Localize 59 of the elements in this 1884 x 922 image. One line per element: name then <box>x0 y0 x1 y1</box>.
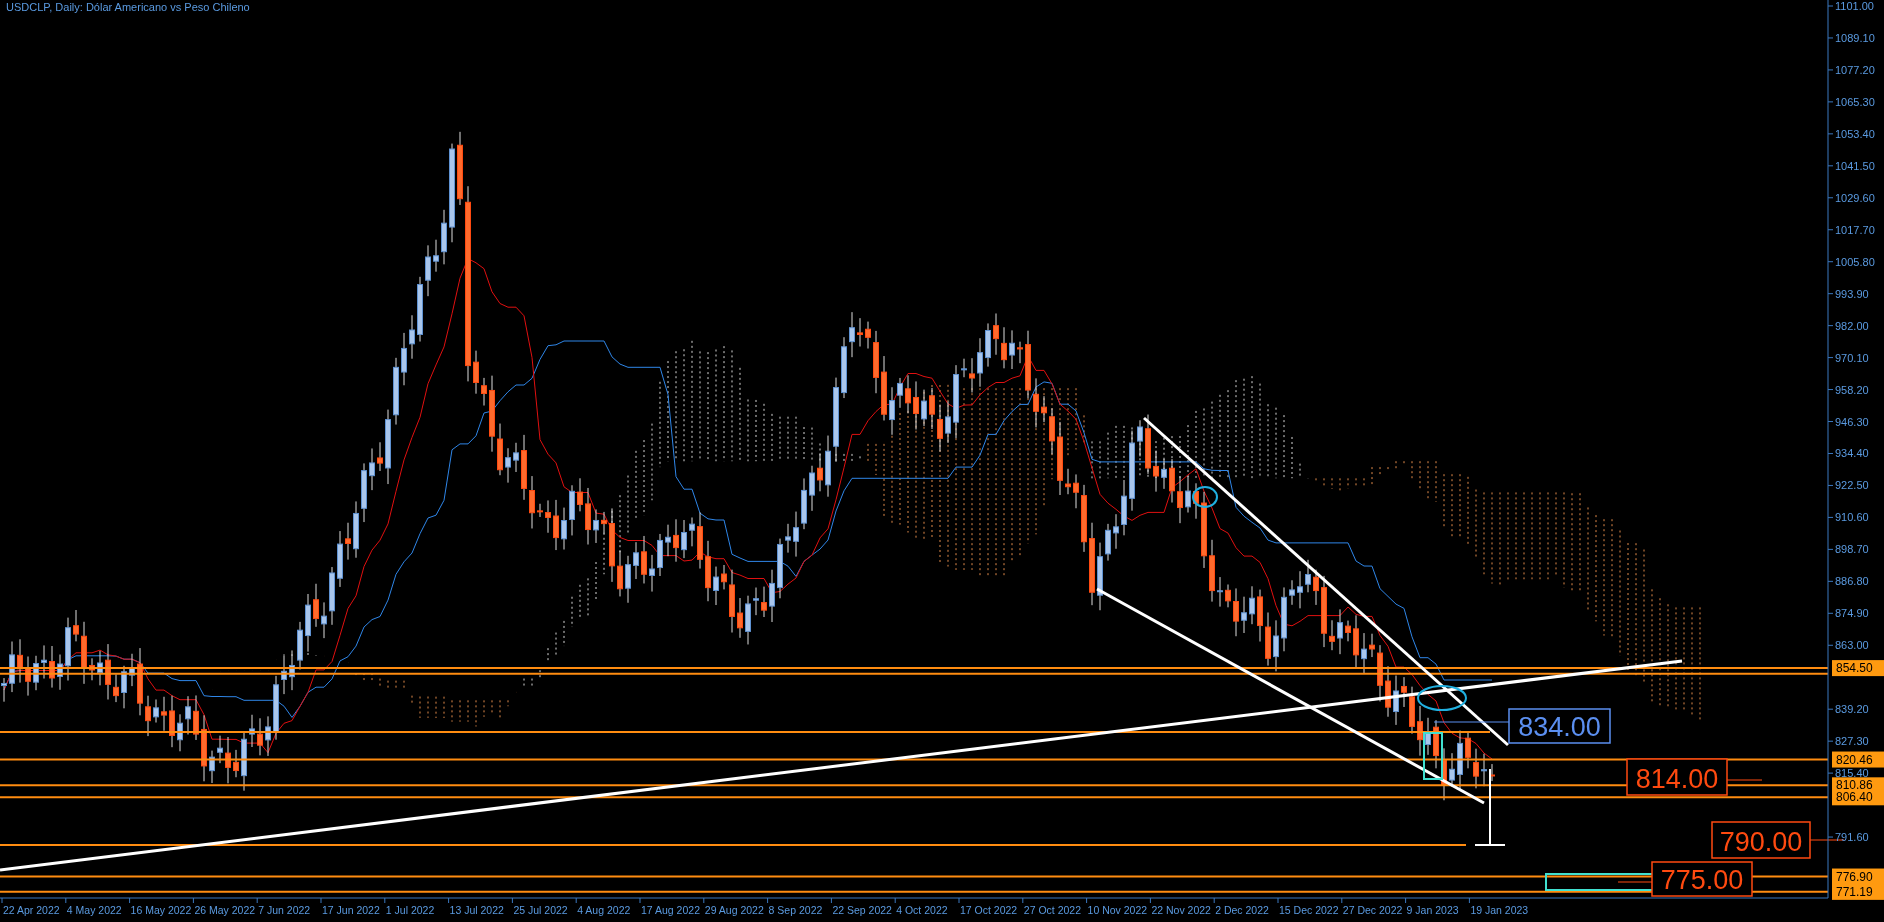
axis-label: 910.60 <box>1835 511 1869 524</box>
axis-label: 4 Aug 2022 <box>577 904 631 916</box>
axis-label: 26 May 2022 <box>194 904 256 916</box>
axis-label: 874.90 <box>1835 607 1869 620</box>
axis-label: 17 Aug 2022 <box>641 904 700 916</box>
axis-label: 7 Jun 2022 <box>258 904 311 916</box>
axis-label: 17 Jun 2022 <box>322 904 380 916</box>
axis-label: 898.70 <box>1835 543 1869 556</box>
axis-label: 29 Aug 2022 <box>704 904 764 916</box>
axis-label: 958.20 <box>1835 383 1869 396</box>
chart-title: USDCLP, Daily: Dólar Americano vs Peso Chileno <box>6 1 250 13</box>
axis-label: 8 Sep 2022 <box>768 904 823 916</box>
axis-label: 1077.20 <box>1835 63 1875 76</box>
axis-label: 15 Dec 2022 <box>1279 904 1339 916</box>
axis-label: 839.20 <box>1835 703 1869 716</box>
axis-label: 1041.50 <box>1835 159 1875 172</box>
axis-label: 1101.00 <box>1835 0 1874 12</box>
axis-label: 22 Sep 2022 <box>832 904 892 916</box>
axis-label: 19 Jan 2023 <box>1470 904 1529 916</box>
axis-label: 791.60 <box>1835 831 1869 844</box>
axis-label: 27 Dec 2022 <box>1342 904 1403 916</box>
axis-label: 922.50 <box>1835 479 1869 492</box>
axis-label: 13 Jul 2022 <box>449 904 504 916</box>
axis-label: 982.00 <box>1835 319 1869 332</box>
axis-label: 827.30 <box>1835 735 1869 748</box>
price-annotation: 834.00 <box>1508 708 1611 744</box>
axis-label: 886.80 <box>1835 575 1869 588</box>
axis-label: 934.40 <box>1835 447 1869 460</box>
axis-label: 1089.10 <box>1835 31 1875 44</box>
axis-label: 4 May 2022 <box>66 904 122 916</box>
axis-label: 1053.40 <box>1835 127 1875 140</box>
ellipse-marker <box>1192 486 1218 508</box>
axis-label: 22 Apr 2022 <box>3 904 60 916</box>
axis-label: 1 Jul 2022 <box>385 904 435 916</box>
axis-label: 1005.80 <box>1835 255 1875 268</box>
axis-label: 970.10 <box>1835 351 1869 364</box>
price-annotation: 790.00 <box>1711 821 1811 859</box>
axis-label: 17 Oct 2022 <box>960 904 1018 916</box>
axis-label: 16 May 2022 <box>130 904 192 916</box>
axis-label: 1065.30 <box>1835 95 1875 108</box>
axis-label: 4 Oct 2022 <box>896 904 948 916</box>
axis-label: 1017.70 <box>1835 223 1875 236</box>
axis-label: 815.40 <box>1835 767 1869 780</box>
price-tag: 806.40 <box>1832 789 1884 806</box>
ellipse-marker <box>1417 685 1467 711</box>
rectangle-marker <box>1423 732 1443 780</box>
axis-label: 25 Jul 2022 <box>513 904 568 916</box>
axis-label: 27 Oct 2022 <box>1023 904 1081 916</box>
price-annotation: 775.00 <box>1651 861 1753 897</box>
axis-label: 946.30 <box>1835 415 1869 428</box>
axis-label: 863.00 <box>1835 639 1869 652</box>
axis-label: 9 Jan 2023 <box>1406 904 1459 916</box>
axis-label: 993.90 <box>1835 287 1869 300</box>
axis-label: 10 Nov 2022 <box>1087 904 1148 916</box>
price-annotation: 814.00 <box>1626 758 1728 796</box>
axis-label: 2 Dec 2022 <box>1215 904 1269 916</box>
axis-label: 22 Nov 2022 <box>1151 904 1211 916</box>
price-tag: 854.50 <box>1832 660 1884 677</box>
axis-label: 1029.60 <box>1835 191 1875 204</box>
